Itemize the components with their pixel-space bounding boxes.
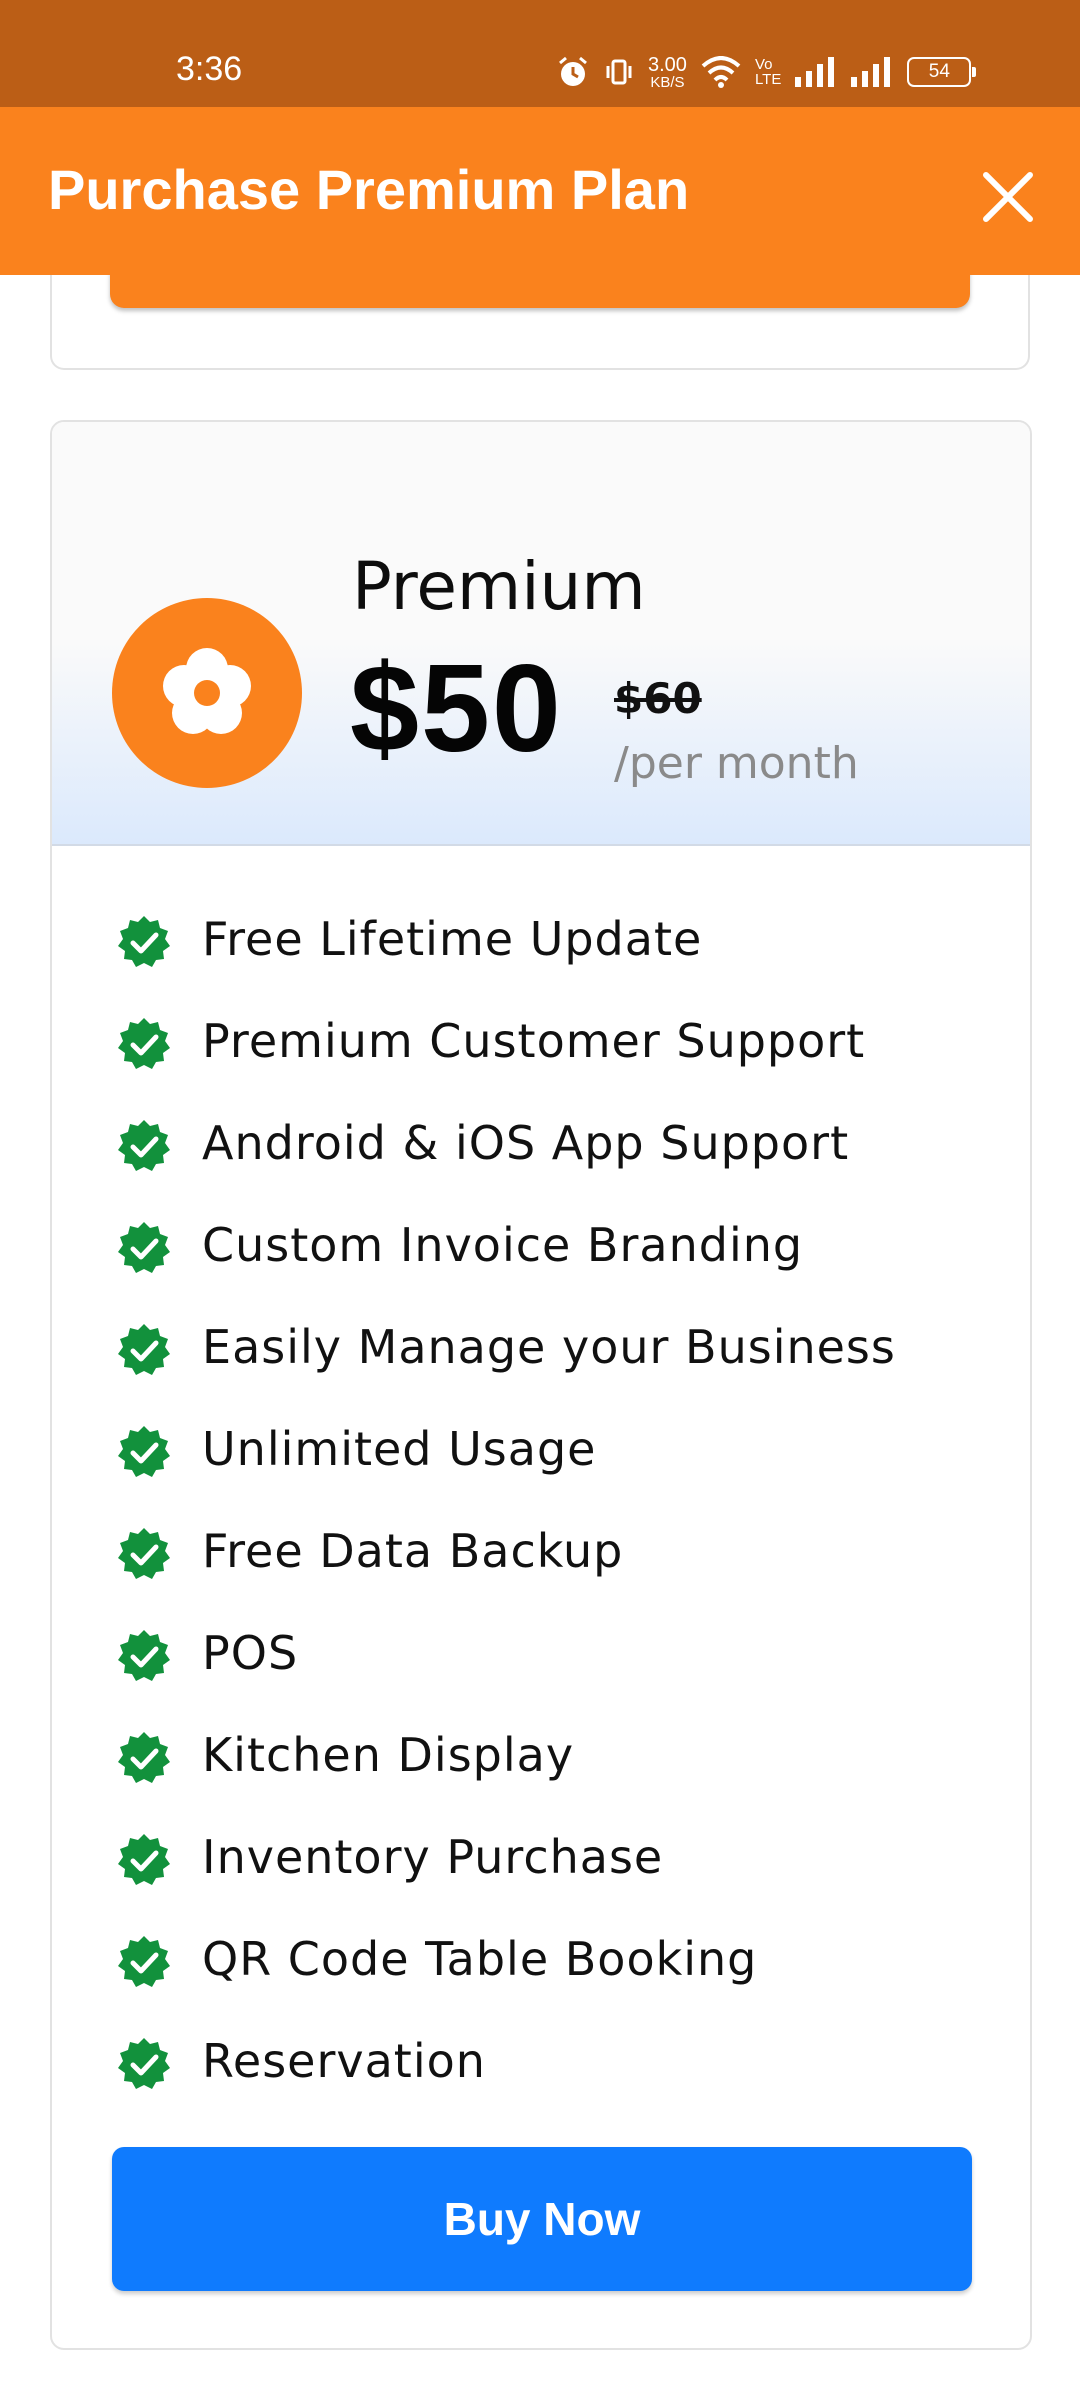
check-badge-icon bbox=[116, 1730, 172, 1786]
check-badge-icon bbox=[116, 1016, 172, 1072]
check-badge-icon bbox=[116, 914, 172, 970]
feature-item: Unlimited Usage bbox=[52, 1402, 1030, 1504]
alarm-icon bbox=[559, 56, 587, 86]
status-icons: 3.00 KB/S Vo LTE 54 bbox=[556, 50, 977, 94]
page-title: Purchase Premium Plan bbox=[48, 158, 690, 221]
signal-icon bbox=[851, 57, 891, 87]
network-speed: 3.00 KB/S bbox=[648, 53, 687, 91]
feature-item: Premium Customer Support bbox=[52, 994, 1030, 1096]
feature-item: POS bbox=[52, 1606, 1030, 1708]
feature-list: Free Lifetime Update Premium Customer Sup… bbox=[52, 892, 1030, 2116]
premium-plan-card: Premium $50 $60 /per month Free Lifetime… bbox=[50, 420, 1032, 2350]
feature-label: Free Lifetime Update bbox=[202, 912, 703, 966]
feature-label: Kitchen Display bbox=[202, 1728, 575, 1782]
status-bar: 3:36 3.00 KB/S Vo LTE 54 bbox=[0, 0, 1080, 107]
app-bar: Purchase Premium Plan bbox=[0, 107, 1080, 275]
feature-item: QR Code Table Booking bbox=[52, 1912, 1030, 2014]
wifi-icon bbox=[701, 56, 741, 88]
feature-item: Kitchen Display bbox=[52, 1708, 1030, 1810]
feature-label: Easily Manage your Business bbox=[202, 1320, 896, 1374]
feature-label: Inventory Purchase bbox=[202, 1830, 664, 1884]
feature-item: Free Data Backup bbox=[52, 1504, 1030, 1606]
plan-icon-circle bbox=[112, 598, 302, 788]
feature-label: Free Data Backup bbox=[202, 1524, 624, 1578]
feature-label: QR Code Table Booking bbox=[202, 1932, 758, 1986]
check-badge-icon bbox=[116, 1118, 172, 1174]
plan-period: /per month bbox=[614, 738, 859, 789]
feature-item: Easily Manage your Business bbox=[52, 1300, 1030, 1402]
battery-icon: 54 bbox=[907, 57, 977, 87]
check-badge-icon bbox=[116, 1628, 172, 1684]
feature-item: Reservation bbox=[52, 2014, 1030, 2116]
battery-level: 54 bbox=[928, 61, 950, 82]
check-badge-icon bbox=[116, 1322, 172, 1378]
plan-old-price: $60 bbox=[614, 674, 702, 723]
feature-label: Custom Invoice Branding bbox=[202, 1218, 804, 1272]
plan-price: $50 bbox=[350, 640, 563, 778]
close-icon[interactable] bbox=[976, 165, 1040, 229]
feature-label: POS bbox=[202, 1626, 299, 1680]
feature-label: Reservation bbox=[202, 2034, 486, 2088]
check-badge-icon bbox=[116, 1526, 172, 1582]
check-badge-icon bbox=[116, 1934, 172, 1990]
flower-icon bbox=[163, 648, 251, 734]
volte-indicator: Vo LTE bbox=[754, 56, 782, 88]
buy-now-button[interactable]: Buy Now bbox=[112, 2147, 972, 2291]
feature-item: Inventory Purchase bbox=[52, 1810, 1030, 1912]
check-badge-icon bbox=[116, 1832, 172, 1888]
status-time: 3:36 bbox=[176, 50, 243, 88]
signal-icon bbox=[795, 57, 835, 87]
vibrate-icon bbox=[606, 59, 632, 85]
feature-label: Premium Customer Support bbox=[202, 1014, 866, 1068]
check-badge-icon bbox=[116, 2036, 172, 2092]
check-badge-icon bbox=[116, 1220, 172, 1276]
plan-header: Premium $50 $60 /per month bbox=[52, 422, 1030, 846]
feature-item: Android & iOS App Support bbox=[52, 1096, 1030, 1198]
feature-label: Android & iOS App Support bbox=[202, 1116, 850, 1170]
check-badge-icon bbox=[116, 1424, 172, 1480]
feature-item: Free Lifetime Update bbox=[52, 892, 1030, 994]
plan-name: Premium bbox=[352, 548, 646, 625]
feature-item: Custom Invoice Branding bbox=[52, 1198, 1030, 1300]
feature-label: Unlimited Usage bbox=[202, 1422, 597, 1476]
